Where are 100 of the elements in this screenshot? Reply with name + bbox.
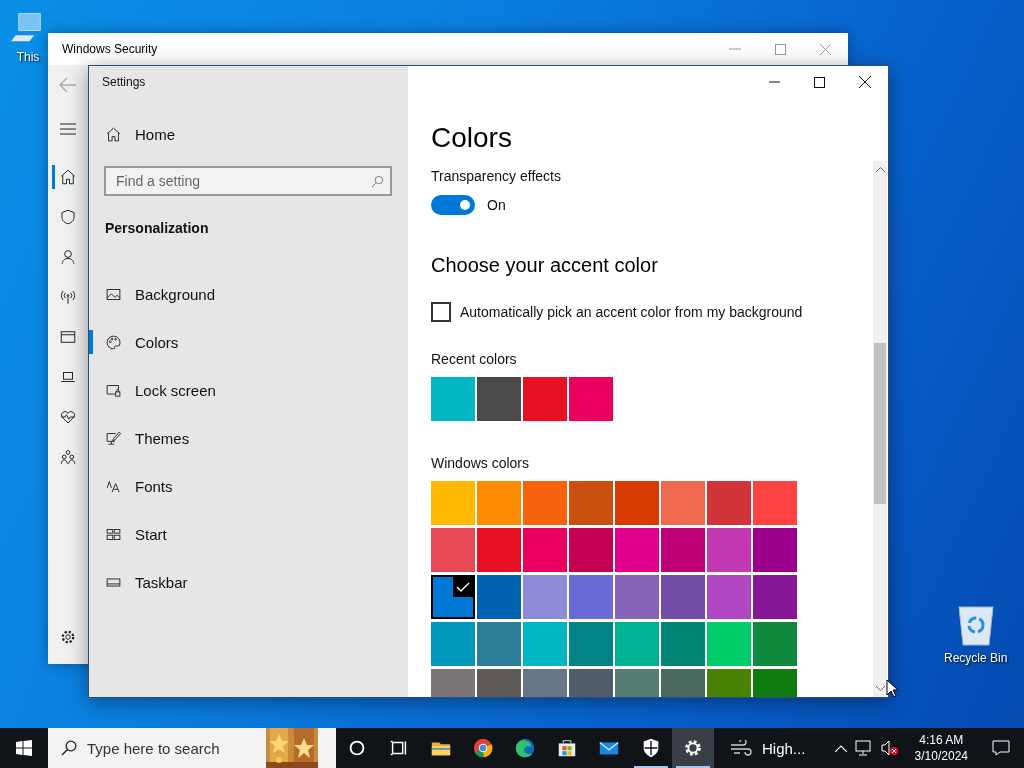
color-swatch[interactable] bbox=[523, 575, 567, 619]
toggle-switch[interactable] bbox=[431, 195, 475, 215]
color-swatch[interactable] bbox=[523, 377, 567, 421]
weather-button[interactable]: High... bbox=[724, 728, 812, 768]
color-swatch[interactable] bbox=[569, 377, 613, 421]
clock[interactable]: 4:16 AM 3/10/2024 bbox=[906, 732, 976, 764]
color-swatch[interactable] bbox=[477, 377, 521, 421]
desktop-icon-label: This bbox=[16, 50, 40, 64]
clock-time: 4:16 AM bbox=[919, 732, 964, 748]
color-swatch[interactable] bbox=[431, 481, 475, 525]
shield-icon[interactable] bbox=[59, 208, 77, 226]
color-swatch[interactable] bbox=[753, 575, 797, 619]
monitor-brush-icon bbox=[105, 429, 122, 447]
gear-icon bbox=[682, 737, 704, 759]
home-icon[interactable] bbox=[59, 168, 77, 186]
color-swatch[interactable] bbox=[707, 622, 751, 666]
search-icon bbox=[371, 175, 384, 188]
taskbar-search-field[interactable]: Type here to search bbox=[48, 728, 266, 768]
scroll-down-icon[interactable] bbox=[876, 686, 885, 691]
color-swatch[interactable] bbox=[477, 481, 521, 525]
color-swatch[interactable] bbox=[661, 622, 705, 666]
search-icon bbox=[61, 740, 77, 756]
nav-item[interactable]: Background bbox=[89, 270, 408, 318]
group-label: Recent colors bbox=[431, 350, 517, 369]
home-icon bbox=[105, 125, 122, 143]
color-swatch[interactable] bbox=[753, 528, 797, 572]
group-label: Windows colors bbox=[431, 454, 530, 473]
people-icon[interactable] bbox=[59, 448, 77, 466]
menu-icon[interactable] bbox=[60, 123, 76, 135]
recycle-bin-icon[interactable] bbox=[955, 603, 996, 647]
wind-icon bbox=[730, 740, 752, 756]
color-swatch[interactable] bbox=[615, 622, 659, 666]
minimize-icon[interactable] bbox=[769, 81, 780, 83]
color-swatch[interactable] bbox=[477, 622, 521, 666]
heart-icon[interactable] bbox=[59, 408, 77, 426]
nav-item[interactable]: Start bbox=[89, 510, 408, 558]
color-swatch[interactable] bbox=[477, 528, 521, 572]
color-swatch[interactable] bbox=[661, 528, 705, 572]
muted-speaker-icon[interactable] bbox=[880, 740, 899, 756]
back-arrow-icon[interactable] bbox=[59, 77, 77, 93]
scrollbar[interactable] bbox=[873, 161, 887, 697]
color-swatch[interactable] bbox=[431, 622, 475, 666]
color-swatch[interactable] bbox=[569, 528, 613, 572]
windows-logo-icon bbox=[16, 740, 32, 756]
color-swatch[interactable] bbox=[431, 575, 475, 619]
home-link[interactable]: Home bbox=[89, 114, 408, 154]
color-swatch[interactable] bbox=[753, 481, 797, 525]
desktop-icon-label: Recycle Bin bbox=[944, 651, 1008, 665]
section-heading: Choose your accent color bbox=[431, 253, 658, 278]
setting-label: Transparency effects bbox=[431, 167, 561, 186]
window-title: Settings bbox=[102, 75, 147, 89]
color-swatch[interactable] bbox=[569, 481, 613, 525]
scroll-up-icon[interactable] bbox=[876, 167, 885, 172]
close-icon[interactable] bbox=[859, 76, 871, 88]
color-swatch[interactable] bbox=[431, 528, 475, 572]
nav-item[interactable]: Themes bbox=[89, 414, 408, 462]
network-icon[interactable] bbox=[854, 740, 873, 756]
color-swatch[interactable] bbox=[523, 528, 567, 572]
color-swatch[interactable] bbox=[661, 481, 705, 525]
taskbar-button[interactable] bbox=[672, 728, 714, 768]
toggle-state: On bbox=[487, 196, 506, 215]
antenna-icon[interactable] bbox=[59, 288, 77, 306]
clock-date: 3/10/2024 bbox=[914, 748, 968, 764]
chevron-up-icon[interactable] bbox=[834, 744, 847, 752]
window-icon[interactable] bbox=[59, 328, 77, 346]
minimize-icon[interactable] bbox=[729, 48, 741, 50]
settings-icon[interactable] bbox=[59, 628, 77, 646]
maximize-icon[interactable] bbox=[814, 76, 825, 88]
checkbox-label: Automatically pick an accent color from my background bbox=[460, 303, 803, 322]
color-swatch[interactable] bbox=[615, 481, 659, 525]
color-swatch[interactable] bbox=[615, 528, 659, 572]
nav-item[interactable]: Lock screen bbox=[89, 366, 408, 414]
shopping-bag-icon bbox=[556, 737, 578, 759]
color-swatch[interactable] bbox=[431, 377, 475, 421]
person-icon[interactable] bbox=[59, 248, 77, 266]
color-swatch[interactable] bbox=[569, 622, 613, 666]
search-field[interactable]: Find a setting bbox=[104, 166, 392, 196]
nav-item[interactable]: Colors bbox=[89, 318, 408, 366]
window-title: Windows Security bbox=[62, 42, 158, 56]
notifications-icon[interactable] bbox=[992, 740, 1010, 756]
color-swatch[interactable] bbox=[753, 622, 797, 666]
nav-item[interactable]: Taskbar bbox=[89, 558, 408, 606]
color-swatch[interactable] bbox=[707, 575, 751, 619]
color-swatch[interactable] bbox=[477, 575, 521, 619]
weather-text: High... bbox=[762, 739, 806, 757]
checkbox[interactable] bbox=[431, 302, 451, 322]
color-swatch[interactable] bbox=[707, 481, 751, 525]
browser-icon bbox=[472, 737, 494, 759]
color-swatch[interactable] bbox=[707, 528, 751, 572]
color-swatch[interactable] bbox=[523, 481, 567, 525]
page-title: Colors bbox=[431, 121, 512, 155]
nav-item[interactable]: Fonts bbox=[89, 462, 408, 510]
section-heading: Personalization bbox=[105, 220, 210, 236]
color-swatch[interactable] bbox=[569, 575, 613, 619]
color-swatch[interactable] bbox=[661, 575, 705, 619]
color-swatch[interactable] bbox=[523, 622, 567, 666]
palette-icon bbox=[105, 333, 122, 351]
browser-icon bbox=[514, 737, 536, 759]
scrollbar-thumb[interactable] bbox=[874, 343, 886, 504]
color-swatch[interactable] bbox=[615, 575, 659, 619]
